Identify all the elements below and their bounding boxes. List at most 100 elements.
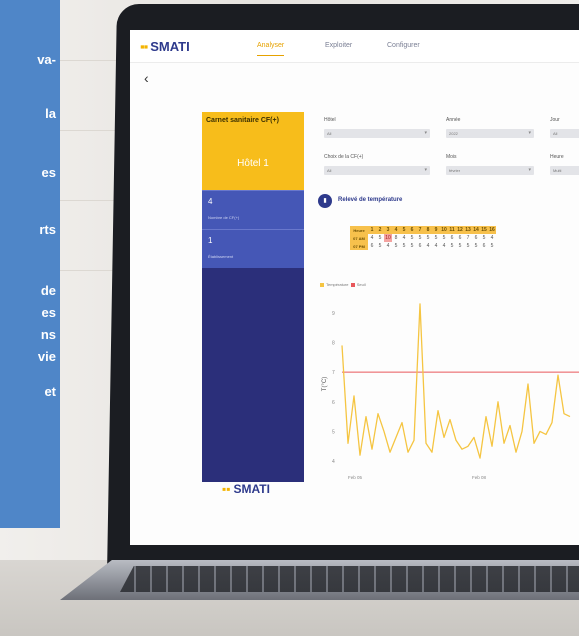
table-cell: 6	[474, 235, 478, 241]
table-cell: 5	[490, 243, 494, 249]
promo-line: es	[41, 305, 56, 320]
table-header-cell: 8	[424, 226, 432, 234]
table-cell: 5	[442, 235, 446, 241]
table-header-cell: 11	[448, 226, 456, 234]
sidebar-logo: ▪▪ SMATI	[222, 482, 270, 496]
select-value: février	[449, 168, 461, 173]
filter-hotel-label: Hôtel	[324, 117, 336, 123]
table-cell: 5	[450, 243, 454, 249]
tab-exploiter[interactable]: Exploiter	[325, 42, 352, 49]
table-cell: 6	[458, 235, 462, 241]
filter-day-select[interactable]: All	[550, 129, 579, 138]
table-header-cell: 7	[416, 226, 424, 234]
table-header-cell: 16	[488, 226, 496, 234]
table-cell: 6	[370, 243, 374, 249]
table-header-cell: Heure	[350, 226, 368, 234]
filter-hotel-select[interactable]: All ▾	[324, 129, 430, 138]
filter-month-select[interactable]: février ▾	[446, 166, 534, 175]
table-cell: 4	[402, 235, 406, 241]
filter-month-label: Mois	[446, 154, 457, 160]
filter-year-label: Année	[446, 117, 461, 123]
table-cell: 5	[378, 243, 382, 249]
filter-day-label: Jour	[550, 117, 560, 123]
promo-line: va-	[37, 52, 56, 67]
y-tick-label: 8	[332, 340, 335, 346]
chevron-down-icon: ▾	[528, 167, 531, 173]
y-tick-label: 5	[332, 429, 335, 435]
tab-analyser[interactable]: Analyser	[257, 42, 285, 56]
table-cell: 5	[418, 235, 422, 241]
sidebar: Carnet sanitaire CF(+) Hôtel 1 4 Nombre …	[202, 112, 304, 482]
chart-legend: Température Seuil	[320, 282, 366, 287]
kpi-card-etablissement[interactable]: 1 Établissement	[202, 229, 304, 268]
legend-label: Température	[326, 282, 349, 287]
thermometer-icon: ▮	[318, 194, 332, 208]
table-cell: 4	[386, 243, 390, 249]
y-tick-label: 4	[332, 459, 335, 465]
kpi-value: 1	[208, 236, 213, 245]
y-tick-label: 7	[332, 370, 335, 376]
filter-year-select[interactable]: 2022 ▾	[446, 129, 534, 138]
logo-dots-icon: ▪▪	[222, 482, 231, 496]
kpi-card-cf[interactable]: 4 Nombre de CF(+)	[202, 190, 304, 229]
legend-swatch	[350, 282, 355, 287]
table-cell: 5	[458, 243, 462, 249]
table-cell: 4	[490, 235, 494, 241]
table-row-label: 07 PM	[350, 242, 368, 250]
table-cell: 5	[466, 243, 470, 249]
table-header-cell: 9	[432, 226, 440, 234]
section-title: Relevé de température	[338, 197, 403, 203]
app-screen: ▪▪ SMATI Analyser Exploiter Configurer ‹ …	[130, 30, 579, 545]
promo-line: rts	[39, 222, 56, 237]
table-header-cell: 2	[376, 226, 384, 234]
sidebar-hotel-label: Hôtel 1	[237, 158, 269, 169]
y-tick-label: 6	[332, 400, 335, 406]
temperature-chart: 4 5 6 7 8 9 T(°C) Feb 05 Feb 08	[322, 303, 579, 480]
back-arrow-icon[interactable]: ‹	[144, 70, 149, 86]
logo-text: SMATI	[150, 39, 190, 54]
table-cell: 5	[482, 235, 486, 241]
legend-swatch	[320, 282, 324, 287]
chevron-down-icon: ▾	[424, 167, 427, 173]
table-header-cell: 4	[392, 226, 400, 234]
y-axis-label: T(°C)	[322, 377, 328, 391]
filter-hour-select[interactable]: Multi	[550, 166, 579, 175]
table-cell: 4	[434, 243, 438, 249]
promo-line: es	[41, 165, 56, 180]
table-row: 07 AM 4 5 10 8 4 5 5 5 5 5 6 6 7 6 5 4	[350, 234, 496, 242]
table-cell: 6	[418, 243, 422, 249]
table-header-cell: 14	[472, 226, 480, 234]
table-cell: 4	[426, 243, 430, 249]
table-cell: 6	[482, 243, 486, 249]
filter-cf-select[interactable]: All ▾	[324, 166, 430, 175]
chevron-down-icon: ▾	[424, 130, 427, 136]
promo-line: et	[44, 384, 56, 399]
filter-cf-label: Choix de la CF(+)	[324, 154, 364, 160]
promo-panel: va- la es rts de es ns vie et	[0, 0, 60, 528]
y-tick-label: 9	[332, 311, 335, 317]
promo-line: de	[40, 283, 56, 298]
table-cell: 10	[384, 234, 392, 242]
table-cell: 5	[394, 243, 398, 249]
select-value: All	[327, 131, 332, 136]
table-header-cell: 10	[440, 226, 448, 234]
select-value: 2022	[449, 131, 458, 136]
table-cell: 6	[450, 235, 454, 241]
table-cell: 7	[466, 235, 470, 241]
sidebar-logo-text: SMATI	[233, 482, 270, 496]
tab-configurer[interactable]: Configurer	[387, 42, 420, 49]
kpi-label: Établissement	[208, 254, 234, 259]
table-cell: 5	[434, 235, 438, 241]
table-header-cell: 3	[384, 226, 392, 234]
table-header-cell: 6	[408, 226, 416, 234]
legend-label: Seuil	[356, 282, 366, 287]
chevron-down-icon: ▾	[528, 130, 531, 136]
filter-hour-label: Heure	[550, 154, 564, 160]
sidebar-title: Carnet sanitaire CF(+)	[206, 117, 279, 124]
table-cell: 5	[410, 243, 414, 249]
table-cell: 5	[410, 235, 414, 241]
x-tick-label: Feb 05	[348, 475, 363, 480]
app-logo[interactable]: ▪▪ SMATI	[140, 39, 190, 54]
table-cell: 8	[394, 235, 398, 241]
table-header-row: Heure 1 2 3 4 5 6 7 8 9 10 11 12 13 14 15 16	[350, 226, 496, 234]
